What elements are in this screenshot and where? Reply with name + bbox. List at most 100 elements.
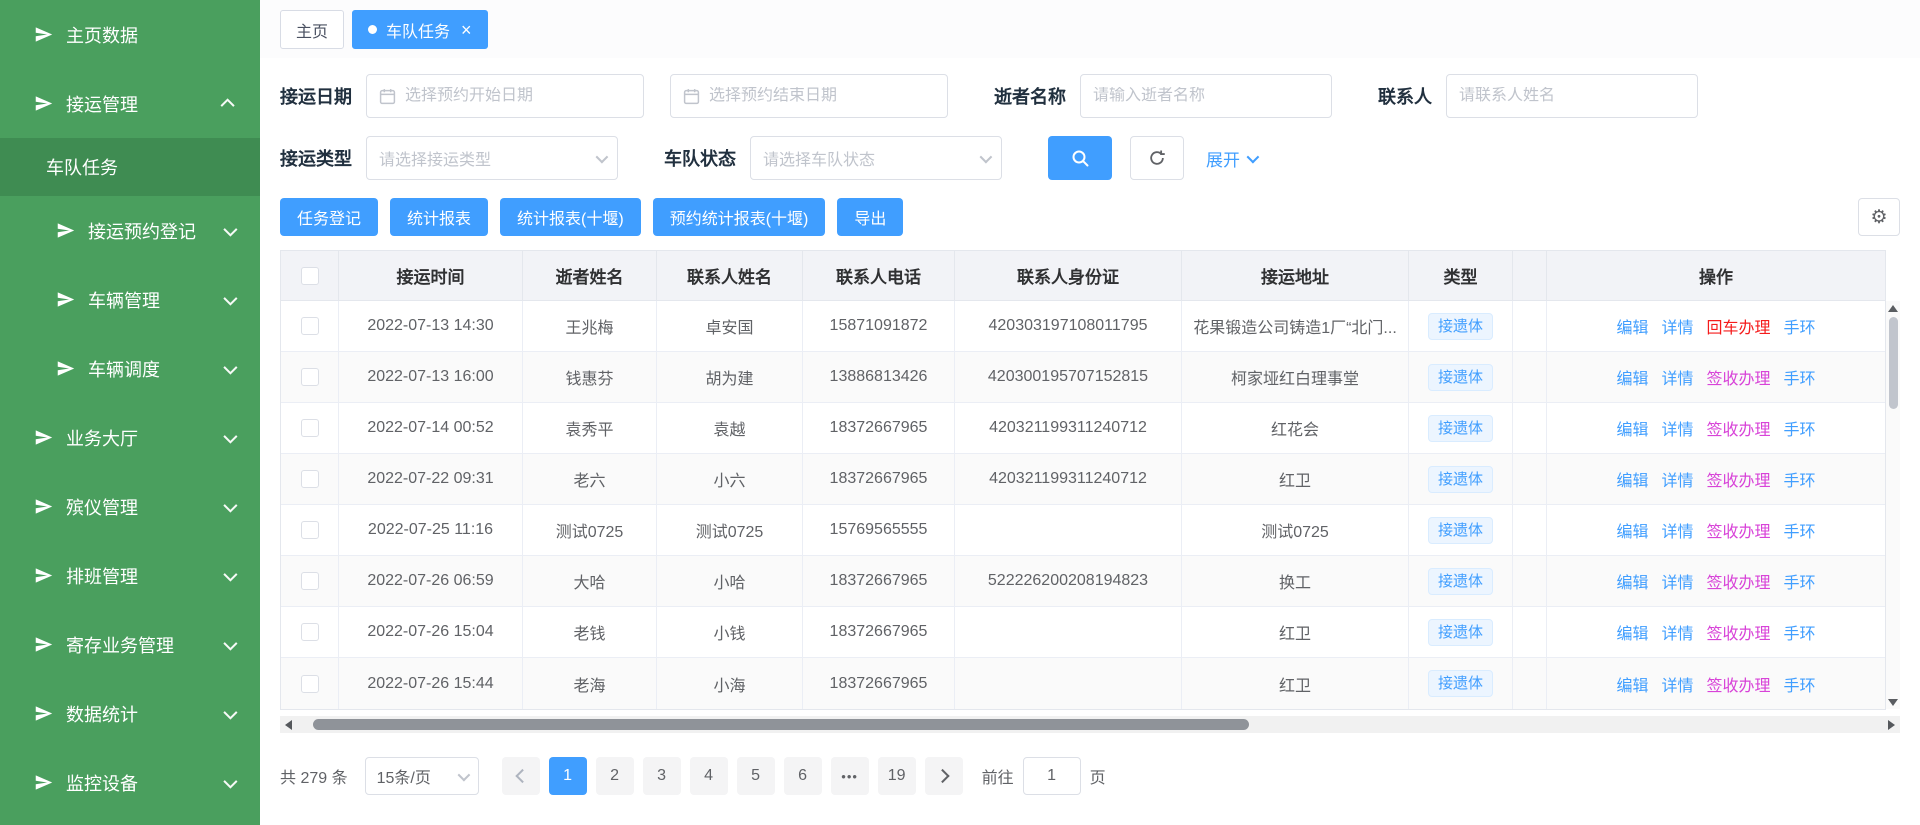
scroll-up-arrow[interactable] <box>1886 301 1900 315</box>
horizontal-scrollbar[interactable] <box>280 716 1900 733</box>
sidebar-item-寄存业务管理[interactable]: 寄存业务管理 <box>0 610 260 679</box>
sidebar-item-车辆调度[interactable]: 车辆调度 <box>0 334 260 403</box>
sidebar-item-业务大厅[interactable]: 业务大厅 <box>0 403 260 472</box>
pager-ellipsis[interactable]: ••• <box>831 757 869 795</box>
action-detail-link[interactable]: 详情 <box>1661 416 1693 440</box>
pager-page-4[interactable]: 4 <box>690 757 728 795</box>
prev-page-button[interactable] <box>502 757 540 795</box>
stats-report-button[interactable]: 统计报表 <box>390 198 488 236</box>
sidebar-item-排班管理[interactable]: 排班管理 <box>0 541 260 610</box>
row-checkbox[interactable] <box>301 572 319 590</box>
action-sign-off-link[interactable]: 签收办理 <box>1707 416 1771 440</box>
pager-page-1[interactable]: 1 <box>549 757 587 795</box>
pager-page-2[interactable]: 2 <box>596 757 634 795</box>
row-checkbox[interactable] <box>301 419 319 437</box>
action-sign-off-link[interactable]: 签收办理 <box>1707 569 1771 593</box>
action-edit-link[interactable]: 编辑 <box>1616 569 1648 593</box>
row-checkbox[interactable] <box>301 675 319 693</box>
horizontal-scroll-track[interactable] <box>297 716 1883 733</box>
action-wristband-link[interactable]: 手环 <box>1784 518 1816 542</box>
deceased-name-input[interactable] <box>1080 74 1332 118</box>
expand-link[interactable]: 展开 <box>1206 146 1256 171</box>
fleet-status-select[interactable]: 请选择车队状态 <box>750 136 1002 180</box>
pager-page-5[interactable]: 5 <box>737 757 775 795</box>
page-size-select[interactable]: 15条/页 <box>365 757 479 795</box>
goto-page-input[interactable] <box>1023 757 1081 795</box>
settings-button[interactable]: ⚙ <box>1858 198 1900 236</box>
search-button[interactable] <box>1048 136 1112 180</box>
task-register-button[interactable]: 任务登记 <box>280 198 378 236</box>
export-button[interactable]: 导出 <box>837 198 903 236</box>
sidebar-item-数据统计[interactable]: 数据统计 <box>0 679 260 748</box>
date-start-input[interactable] <box>366 74 644 118</box>
action-detail-link[interactable]: 详情 <box>1661 518 1693 542</box>
action-detail-link[interactable]: 详情 <box>1661 314 1693 338</box>
refresh-button[interactable] <box>1130 136 1184 180</box>
scroll-right-arrow[interactable] <box>1883 716 1900 733</box>
vertical-scrollbar[interactable] <box>1886 301 1900 709</box>
sidebar-item-殡仪管理[interactable]: 殡仪管理 <box>0 472 260 541</box>
row-checkbox[interactable] <box>301 317 319 335</box>
row-checkbox[interactable] <box>301 623 319 641</box>
action-edit-link[interactable]: 编辑 <box>1616 518 1648 542</box>
action-return-car-link[interactable]: 回车办理 <box>1707 314 1771 338</box>
filter-group-type: 接运类型 请选择接运类型 <box>280 136 618 180</box>
action-wristband-link[interactable]: 手环 <box>1784 467 1816 491</box>
pager-page-6[interactable]: 6 <box>784 757 822 795</box>
contact-name-input[interactable] <box>1446 74 1698 118</box>
sidebar-item-车队任务[interactable]: 车队任务 <box>0 138 260 196</box>
contact-name-field[interactable] <box>1459 87 1685 105</box>
action-sign-off-link[interactable]: 签收办理 <box>1707 467 1771 491</box>
action-sign-off-link[interactable]: 签收办理 <box>1707 518 1771 542</box>
action-detail-link[interactable]: 详情 <box>1661 620 1693 644</box>
sidebar-item-接运管理[interactable]: 接运管理 <box>0 69 260 138</box>
action-wristband-link[interactable]: 手环 <box>1784 569 1816 593</box>
select-all-checkbox[interactable] <box>301 267 319 285</box>
pager-page-3[interactable]: 3 <box>643 757 681 795</box>
action-edit-link[interactable]: 编辑 <box>1616 365 1648 389</box>
scroll-left-arrow[interactable] <box>280 716 297 733</box>
action-wristband-link[interactable]: 手环 <box>1784 314 1816 338</box>
tab-车队任务[interactable]: 车队任务× <box>352 10 488 49</box>
sidebar-item-车辆管理[interactable]: 车辆管理 <box>0 265 260 334</box>
close-icon[interactable]: × <box>461 21 472 39</box>
action-sign-off-link[interactable]: 签收办理 <box>1707 672 1771 696</box>
date-end-field[interactable] <box>709 87 935 105</box>
chevron-up-icon <box>221 98 235 112</box>
deceased-name-field[interactable] <box>1093 87 1319 105</box>
action-edit-link[interactable]: 编辑 <box>1616 416 1648 440</box>
sidebar-item-接运预约登记[interactable]: 接运预约登记 <box>0 196 260 265</box>
action-detail-link[interactable]: 详情 <box>1661 569 1693 593</box>
action-sign-off-link[interactable]: 签收办理 <box>1707 365 1771 389</box>
horizontal-scroll-thumb[interactable] <box>313 719 1249 730</box>
row-checkbox[interactable] <box>301 470 319 488</box>
action-wristband-link[interactable]: 手环 <box>1784 672 1816 696</box>
row-checkbox[interactable] <box>301 521 319 539</box>
action-wristband-link[interactable]: 手环 <box>1784 365 1816 389</box>
action-edit-link[interactable]: 编辑 <box>1616 314 1648 338</box>
action-wristband-link[interactable]: 手环 <box>1784 620 1816 644</box>
action-wristband-link[interactable]: 手环 <box>1784 416 1816 440</box>
date-end-input[interactable] <box>670 74 948 118</box>
action-detail-link[interactable]: 详情 <box>1661 365 1693 389</box>
stats-report-shiyan-button[interactable]: 统计报表(十堰) <box>500 198 641 236</box>
sidebar-item-主页数据[interactable]: 主页数据 <box>0 0 260 69</box>
pager-page-19[interactable]: 19 <box>878 757 916 795</box>
filter-panel: 接运日期 逝者名称 联系人 <box>260 58 1920 198</box>
tab-主页[interactable]: 主页 <box>280 10 344 49</box>
action-edit-link[interactable]: 编辑 <box>1616 672 1648 696</box>
action-sign-off-link[interactable]: 签收办理 <box>1707 620 1771 644</box>
row-checkbox[interactable] <box>301 368 319 386</box>
scroll-down-arrow[interactable] <box>1886 695 1900 709</box>
sidebar-item-监控设备[interactable]: 监控设备 <box>0 748 260 817</box>
action-detail-link[interactable]: 详情 <box>1661 467 1693 491</box>
action-edit-link[interactable]: 编辑 <box>1616 467 1648 491</box>
next-page-button[interactable] <box>925 757 963 795</box>
sidebar-item-label: 数据统计 <box>66 701 138 727</box>
reservation-report-shiyan-button[interactable]: 预约统计报表(十堰) <box>653 198 826 236</box>
vertical-scroll-thumb[interactable] <box>1889 317 1898 409</box>
action-edit-link[interactable]: 编辑 <box>1616 620 1648 644</box>
pickup-type-select[interactable]: 请选择接运类型 <box>366 136 618 180</box>
action-detail-link[interactable]: 详情 <box>1661 672 1693 696</box>
date-start-field[interactable] <box>405 87 631 105</box>
